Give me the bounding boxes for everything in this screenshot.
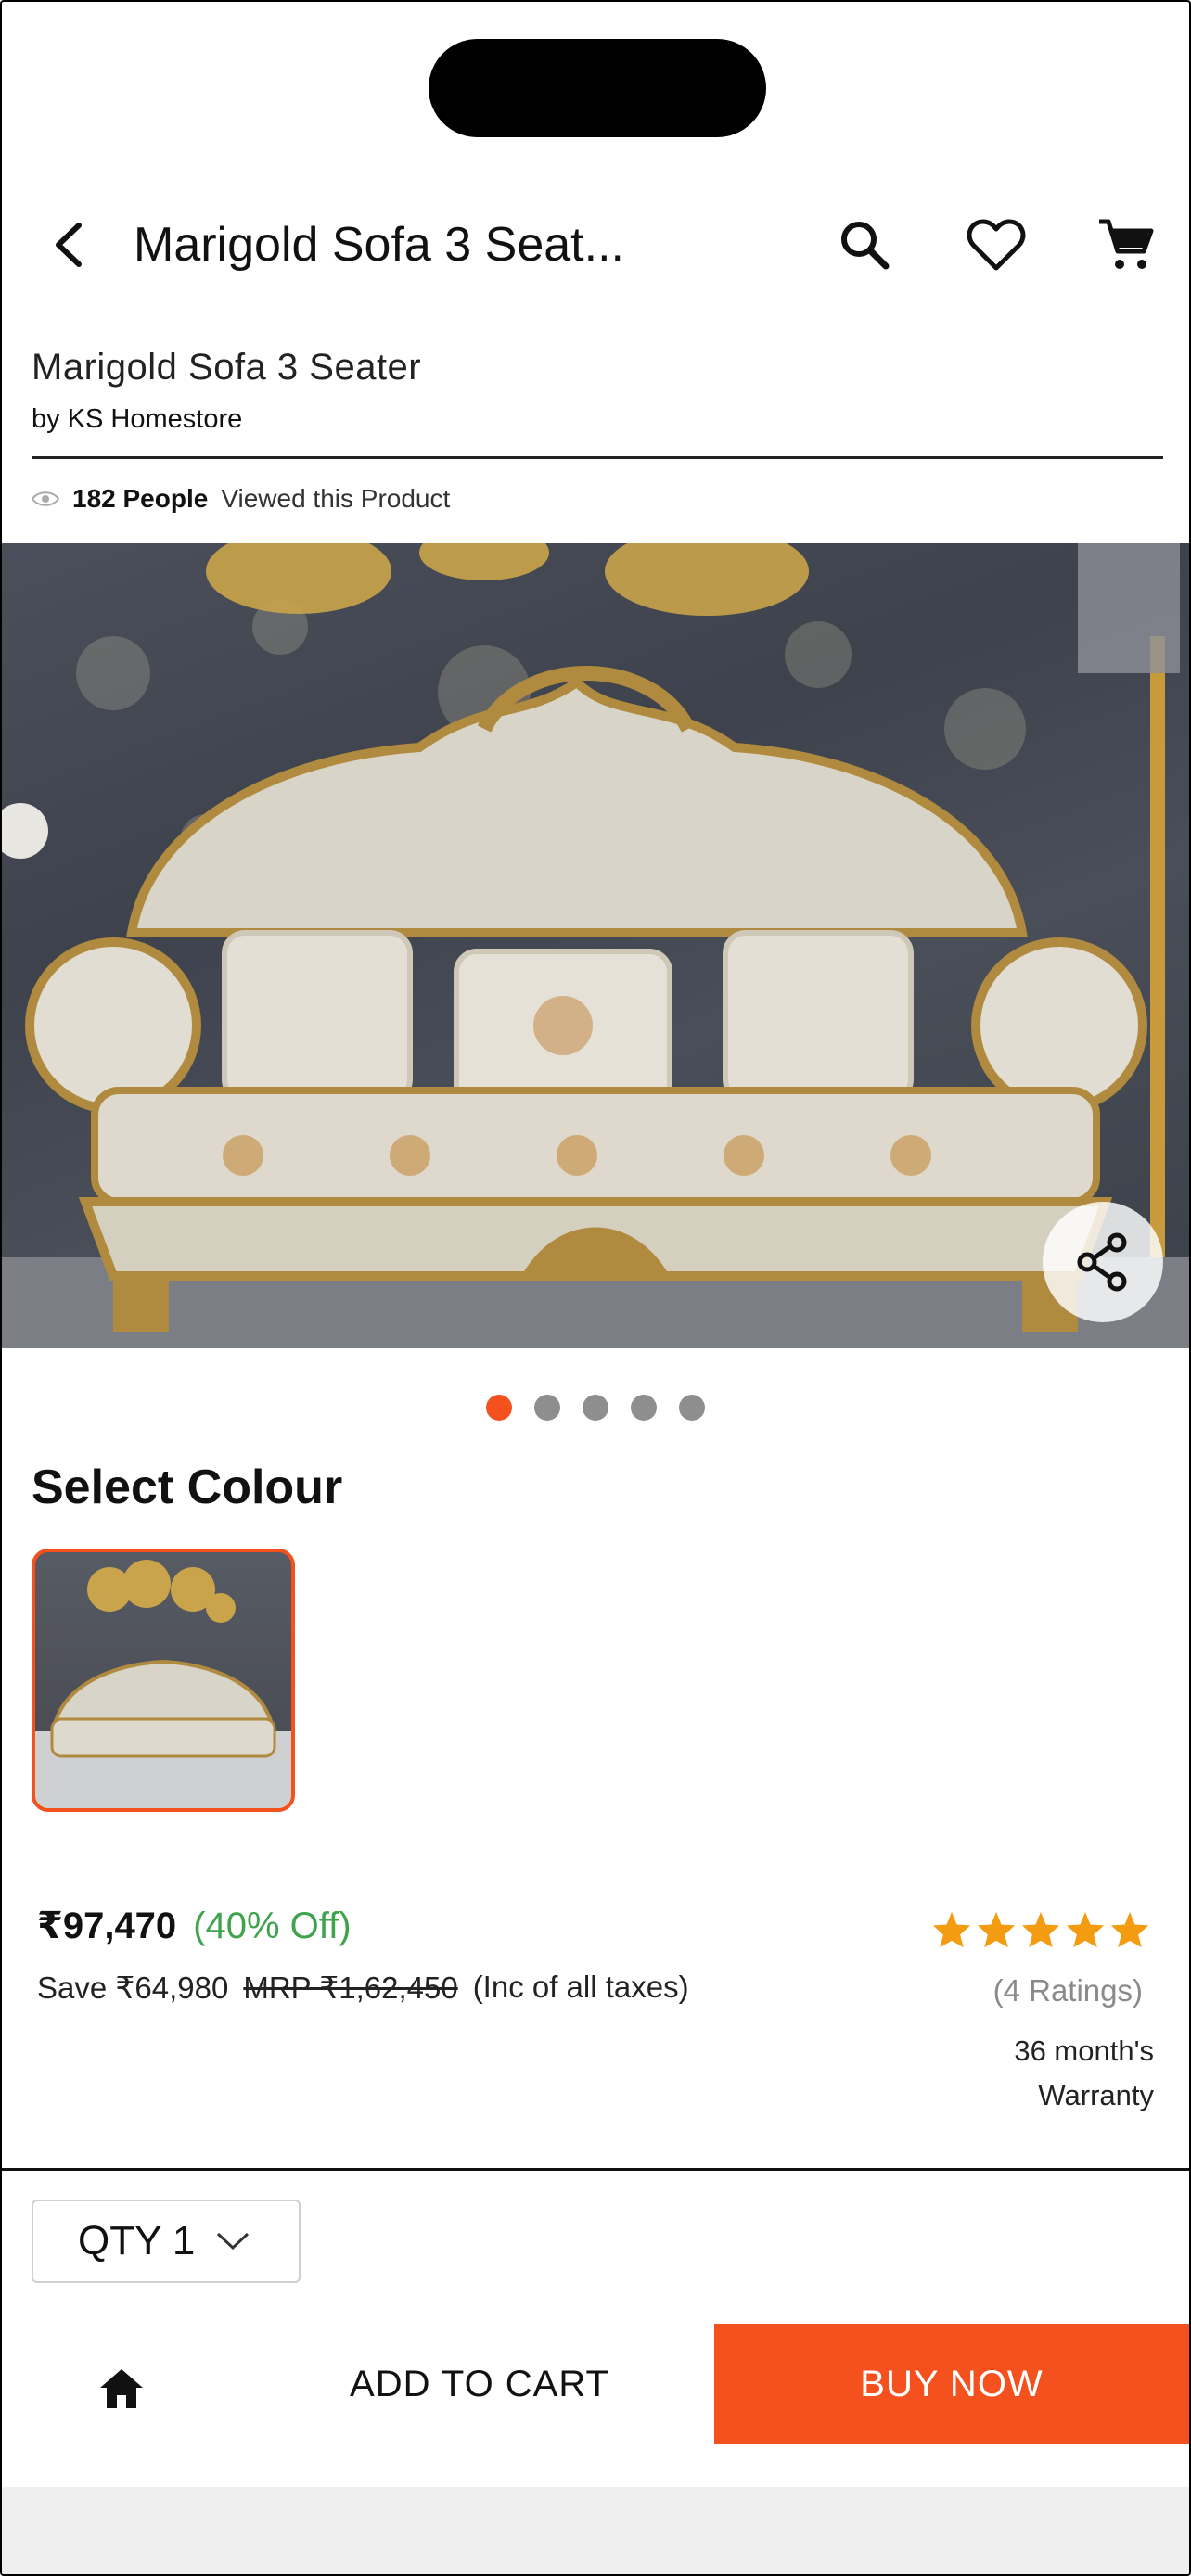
- carousel-dot-1[interactable]: [486, 1395, 512, 1421]
- sofa-illustration: [2, 543, 1189, 1348]
- mrp-price: MRP ₹1,62,450: [243, 1970, 458, 2005]
- swatch-thumbnail: [35, 1560, 291, 1808]
- carousel-dot-4[interactable]: [631, 1395, 657, 1421]
- star-icon: [1021, 1911, 1060, 1948]
- price-row: ₹97,470 (40% Off): [37, 1905, 352, 1947]
- wishlist-button[interactable]: [961, 211, 1031, 278]
- carousel-dot-3[interactable]: [583, 1395, 608, 1421]
- tax-note: (Inc of all taxes): [472, 1970, 689, 2004]
- select-colour-title: Select Colour: [32, 1460, 343, 1514]
- quantity-label: QTY 1: [78, 2218, 196, 2264]
- cart-button[interactable]: [1091, 211, 1161, 278]
- dynamic-island: [429, 39, 766, 137]
- price: ₹97,470: [37, 1906, 177, 1946]
- carousel-dot-2[interactable]: [534, 1395, 560, 1421]
- share-icon: [1077, 1232, 1127, 1292]
- discount-percent: (40% Off): [193, 1906, 352, 1946]
- search-icon: [841, 222, 890, 270]
- buy-now-button[interactable]: BUY NOW: [714, 2324, 1189, 2444]
- cart-icon: [1099, 219, 1154, 269]
- warranty-info: 36 month's Warranty: [876, 2029, 1154, 2118]
- warranty-label: Warranty: [1038, 2079, 1154, 2111]
- product-name: Marigold Sofa 3 Seater: [32, 347, 422, 388]
- ratings-count[interactable]: (4 Ratings): [993, 1973, 1143, 2009]
- chevron-down-icon: [217, 2232, 250, 2251]
- app-screen: Marigold Sofa 3 Seat... Marigold Sofa 3 …: [0, 0, 1191, 2576]
- search-button[interactable]: [829, 211, 900, 278]
- section-divider: [2, 2168, 1189, 2171]
- colour-swatch-selected[interactable]: [32, 1549, 295, 1812]
- carousel-indicators: [2, 1395, 1189, 1421]
- add-to-cart-button[interactable]: ADD TO CART: [308, 2324, 651, 2444]
- star-icon: [977, 1911, 1016, 1948]
- product-brand: by KS Homestore: [32, 404, 243, 434]
- home-icon: [100, 2369, 143, 2408]
- star-icon: [932, 1911, 971, 1948]
- quantity-dropdown[interactable]: QTY 1: [32, 2200, 301, 2283]
- save-amount: Save ₹64,980: [37, 1970, 229, 2005]
- rating-stars[interactable]: [931, 1910, 1150, 1949]
- product-image[interactable]: [2, 543, 1189, 1348]
- home-indicator-area: [2, 2487, 1189, 2574]
- viewers-count: 182 People: [72, 484, 209, 513]
- carousel-dot-5[interactable]: [679, 1395, 705, 1421]
- bottom-action-bar: ADD TO CART BUY NOW: [2, 2324, 1189, 2444]
- home-button[interactable]: [91, 2361, 152, 2417]
- star-icon: [1110, 1911, 1149, 1948]
- share-button[interactable]: [1043, 1202, 1163, 1322]
- back-arrow-icon: [56, 223, 82, 267]
- eye-icon: [32, 491, 59, 506]
- star-icon: [1066, 1911, 1105, 1948]
- viewers-text: Viewed this Product: [221, 484, 451, 513]
- back-button[interactable]: [43, 213, 95, 276]
- header-title: Marigold Sofa 3 Seat...: [134, 218, 624, 272]
- warranty-duration: 36 month's: [1014, 2034, 1154, 2067]
- viewers-info: 182 People Viewed this Product: [32, 480, 450, 517]
- savings-row: Save ₹64,980 MRP ₹1,62,450 (Inc of all t…: [37, 1970, 689, 2006]
- heart-icon: [967, 219, 1026, 271]
- title-divider: [32, 456, 1163, 459]
- top-app-bar: Marigold Sofa 3 Seat...: [2, 187, 1189, 302]
